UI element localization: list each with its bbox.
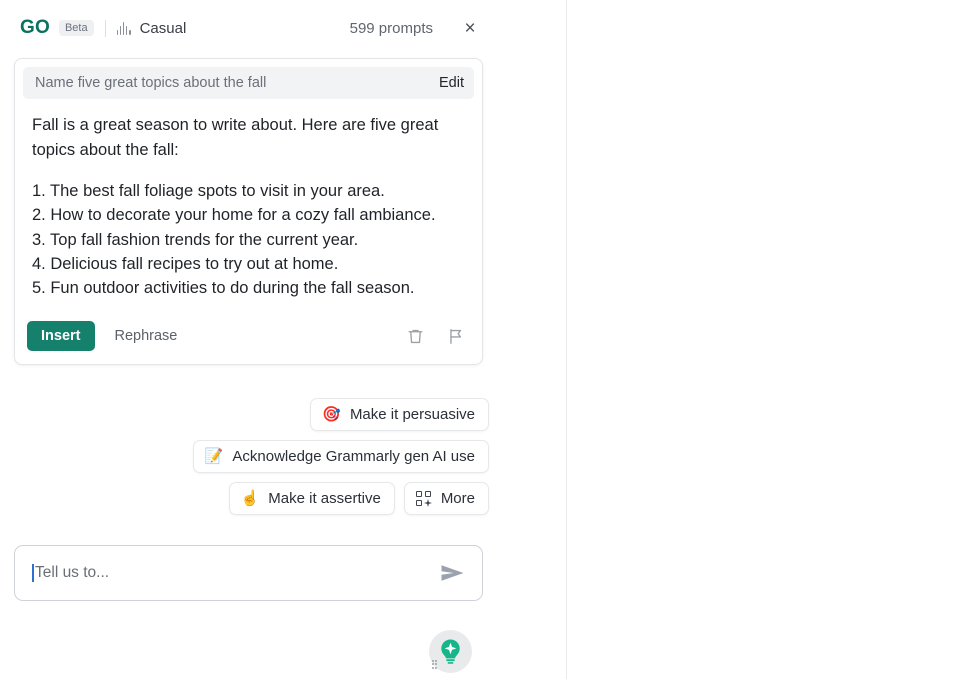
chip-label: Acknowledge Grammarly gen AI use <box>232 448 475 465</box>
insert-button[interactable]: Insert <box>27 321 95 352</box>
pointing-finger-icon: ☝️ <box>240 490 260 507</box>
text-caret <box>32 564 34 582</box>
composer-placeholder: Tell us to... <box>35 564 110 581</box>
more-button[interactable]: More <box>403 482 489 515</box>
grid-sparkle-icon <box>415 490 432 507</box>
app-window: GO Beta Casual 599 prompts × Name five g… <box>0 0 960 679</box>
response-intro: Fall is a great season to write about. H… <box>32 116 439 160</box>
response-card: Name five great topics about the fall Ed… <box>14 58 483 366</box>
left-assistant-panel: GO Beta Casual 599 prompts × Name five g… <box>0 0 566 679</box>
suggestion-chip-acknowledge-ai[interactable]: 📝 Acknowledge Grammarly gen AI use <box>192 440 489 473</box>
drag-handle-dots-icon[interactable] <box>432 660 439 669</box>
left-panel-header: GO Beta Casual 599 prompts × <box>20 12 480 44</box>
chip-row: 📝 Acknowledge Grammarly gen AI use <box>192 440 489 473</box>
dart-icon: 🎯 <box>322 406 341 423</box>
list-item: 4. Delicious fall recipes to try out at … <box>32 254 339 273</box>
close-icon[interactable]: × <box>460 18 480 38</box>
header-divider <box>104 19 106 37</box>
memo-icon: 📝 <box>204 448 224 465</box>
tone-label[interactable]: Casual <box>140 20 187 37</box>
suggestion-chip-persuasive[interactable]: 🎯 Make it persuasive <box>310 398 489 431</box>
flag-icon[interactable] <box>447 327 466 346</box>
card-actions: Insert Rephrase <box>23 308 474 364</box>
prompts-count: 599 prompts <box>349 19 433 37</box>
chip-row: 🎯 Make it persuasive <box>310 398 489 431</box>
waveform-icon[interactable] <box>116 21 131 35</box>
chip-row: ☝️ Make it assertive More <box>228 482 489 515</box>
prompt-text: Name five great topics about the fall <box>35 75 267 91</box>
suggestion-chip-assertive[interactable]: ☝️ Make it assertive <box>228 482 395 515</box>
beta-badge: Beta <box>58 20 94 36</box>
edit-button[interactable]: Edit <box>429 75 464 91</box>
list-item: 3. Top fall fashion trends for the curre… <box>32 230 359 249</box>
trash-icon[interactable] <box>406 327 425 346</box>
chip-label: Make it assertive <box>268 490 381 507</box>
left-floating-assistant-button[interactable] <box>429 630 472 673</box>
card-action-icons <box>406 327 466 346</box>
list-item: 1. The best fall foliage spots to visit … <box>32 182 385 201</box>
right-assistant-panel: GO Beta Casual 597 prompts × 1. Provide … <box>566 0 960 679</box>
prompt-bar[interactable]: Name five great topics about the fall Ed… <box>23 67 474 99</box>
chip-label: Make it persuasive <box>349 406 475 423</box>
list-item: 5. Fun outdoor activities to do during t… <box>32 279 415 298</box>
rephrase-button[interactable]: Rephrase <box>109 322 184 350</box>
suggestion-chips: 🎯 Make it persuasive 📝 Acknowledge Gramm… <box>14 398 489 515</box>
more-label: More <box>440 490 475 507</box>
list-item: 2. How to decorate your home for a cozy … <box>32 206 436 225</box>
left-composer[interactable]: Tell us to... <box>14 545 483 601</box>
response-body: Fall is a great season to write about. H… <box>23 103 474 302</box>
grammarly-go-logo: GO <box>20 17 50 38</box>
send-arrow-icon[interactable] <box>439 562 466 584</box>
sparkle-glyph <box>423 498 432 507</box>
